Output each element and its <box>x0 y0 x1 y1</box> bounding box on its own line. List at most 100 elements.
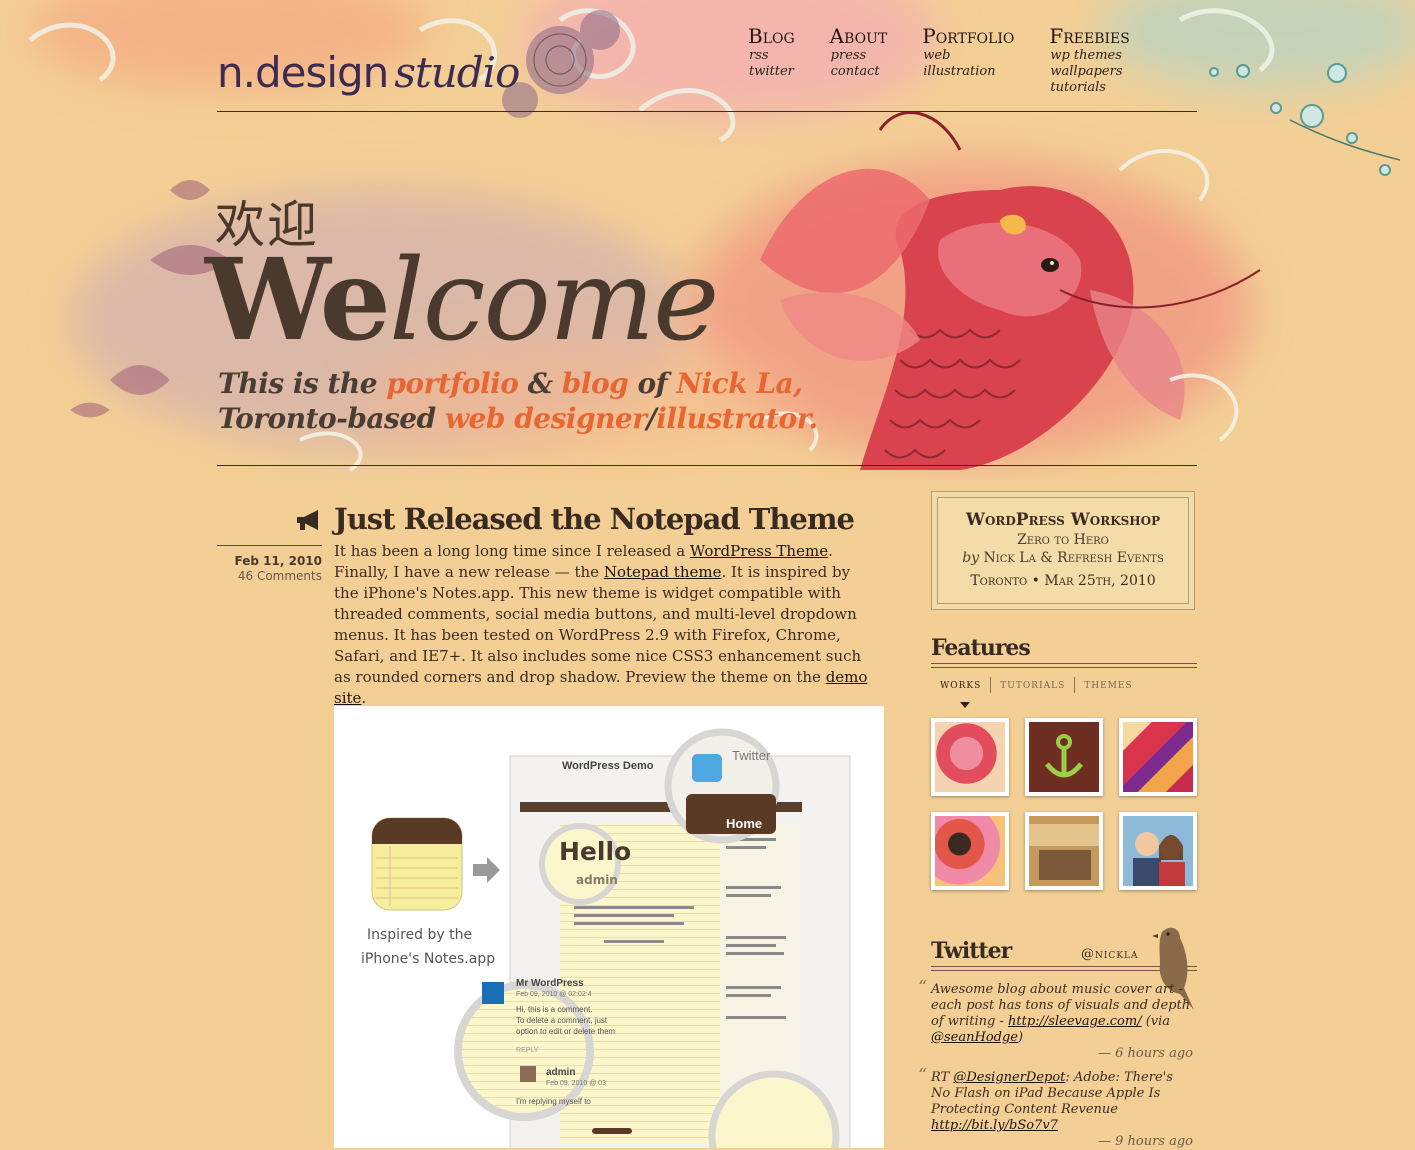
logo-text: n.design <box>217 48 389 97</box>
workshop-authors: Nick La & Refresh Events <box>983 550 1164 566</box>
post-comments-link[interactable]: 46 Comments <box>217 569 322 584</box>
post-meta: Feb 11, 2010 46 Comments <box>217 554 322 584</box>
link-notepad-theme[interactable]: Notepad theme <box>604 563 722 581</box>
workshop-subtitle: Zero to Hero <box>1017 532 1109 548</box>
tagline-text: of <box>628 367 677 400</box>
nav-blog: Blog rss twitter <box>748 24 795 96</box>
nav-link-tutorials[interactable]: tutorials <box>1050 80 1130 96</box>
welcome-part: l <box>388 236 425 366</box>
work-thumbnail[interactable] <box>1025 718 1103 796</box>
quote-mark: “ <box>918 977 928 998</box>
workshop-city: Toronto <box>970 573 1028 589</box>
comment-text-2: To delete a comment, just <box>516 1016 608 1025</box>
body-text: It has been a long long time since I rel… <box>334 542 690 560</box>
tagline-text: Toronto-based <box>218 402 445 435</box>
hero-divider <box>217 465 1197 466</box>
nav-freebies-link[interactable]: Freebies <box>1049 24 1130 48</box>
tagline-line-1: This is the portfolio & blog of Nick La, <box>218 367 803 400</box>
tagline-highlight: illustrator. <box>656 402 818 435</box>
features-divider <box>931 663 1197 668</box>
home-tab: Home <box>726 816 763 831</box>
tweet: “ RT @DesignerDepot: Adobe: There's No F… <box>918 1067 1193 1150</box>
tagline-text: / <box>646 402 657 435</box>
tab-works[interactable]: works <box>931 677 990 693</box>
nav-link-press[interactable]: press <box>831 48 888 64</box>
nav-portfolio-link[interactable]: Portfolio <box>922 24 1014 48</box>
post-title[interactable]: Just Released the Notepad Theme <box>334 502 855 536</box>
thumbnail-image <box>935 722 1005 792</box>
thumbnail-image <box>935 816 1005 886</box>
workshop-by: by Nick La & Refresh Events <box>938 550 1188 566</box>
nav-link-wp-themes[interactable]: wp themes <box>1050 48 1130 64</box>
nav-link-twitter[interactable]: twitter <box>749 64 795 80</box>
nav-link-illustration[interactable]: illustration <box>923 64 1014 80</box>
post-image[interactable]: WordPress Demo Inspired by the iPhone's … <box>334 706 884 1148</box>
twitter-handle[interactable]: @nickla <box>1081 947 1139 962</box>
thumbnail-image <box>1029 722 1099 792</box>
features-tabs: works tutorials themes <box>931 677 1142 693</box>
arrow-right-icon <box>473 857 500 883</box>
twitter-bird-icon <box>692 754 722 782</box>
tweet-link[interactable]: http://sleevage.com/ <box>1008 1014 1142 1029</box>
nav-blog-link[interactable]: Blog <box>748 24 795 48</box>
koi-fish <box>760 111 1261 471</box>
nav-link-wallpapers[interactable]: wallpapers <box>1050 64 1130 80</box>
tab-tutorials[interactable]: tutorials <box>990 677 1074 693</box>
work-thumbnail[interactable] <box>1119 718 1197 796</box>
people-illustration <box>1133 832 1185 886</box>
nav-about: About press contact <box>830 24 888 96</box>
tweet-text: (via <box>1141 1014 1171 1029</box>
comment-text-1: Hi, this is a comment. <box>516 1005 593 1014</box>
tagline-text: This is the <box>218 367 387 400</box>
work-thumbnail[interactable] <box>1025 812 1103 890</box>
anchor-icon <box>1045 734 1083 778</box>
nav-about-link[interactable]: About <box>830 24 888 48</box>
work-thumbnail[interactable] <box>1119 812 1197 890</box>
workshop-separator: • <box>1031 573 1040 589</box>
nav-link-web[interactable]: web <box>923 48 1014 64</box>
workshop-inner: WordPress Workshop Zero to Hero by Nick … <box>937 497 1189 604</box>
nav-portfolio: Portfolio web illustration <box>922 24 1014 96</box>
welcome-heading: Welcome <box>205 235 719 366</box>
tab-themes[interactable]: themes <box>1074 677 1141 693</box>
demo-title: WordPress Demo <box>562 760 654 772</box>
tweet-text: RT <box>931 1070 954 1085</box>
workshop-banner[interactable]: WordPress Workshop Zero to Hero by Nick … <box>931 491 1195 610</box>
nav-freebies: Freebies wp themes wallpapers tutorials <box>1049 24 1130 96</box>
twitter-label: Twitter <box>732 748 771 763</box>
work-thumbnail[interactable] <box>931 718 1009 796</box>
hello-text: Hello <box>559 837 632 866</box>
tweet-mention[interactable]: @seanHodge <box>931 1030 1018 1045</box>
site-logo[interactable]: n.design studio <box>217 48 520 97</box>
tweet-mention[interactable]: @DesignerDepot <box>953 1070 1065 1085</box>
work-thumbnail[interactable] <box>931 812 1009 890</box>
thumbnail-image <box>1123 816 1193 886</box>
thumbnail-image <box>1029 816 1099 886</box>
tagline-highlight: blog <box>561 367 629 400</box>
tagline-highlight: web designer <box>444 402 647 435</box>
comment-text-3: option to edit or delete them <box>516 1027 616 1036</box>
tagline-text: & <box>518 367 562 400</box>
nav-link-rss[interactable]: rss <box>749 48 795 64</box>
quote-mark: “ <box>918 1065 928 1086</box>
header-illustration: n.design studio Blog rss twitter About pr… <box>0 0 1415 480</box>
notes-app-icon <box>371 817 463 911</box>
post-body: It has been a long long time since I rel… <box>334 541 874 709</box>
nav-link-contact[interactable]: contact <box>831 64 888 80</box>
tweet: “ Awesome blog about music cover art - e… <box>918 979 1193 1062</box>
reply-author: admin <box>546 1067 576 1078</box>
body-text: . It is inspired by the iPhone's Notes.a… <box>334 563 862 686</box>
link-wordpress-theme[interactable]: WordPress Theme <box>690 542 828 560</box>
workshop-by-label: by <box>962 550 980 566</box>
active-tab-caret <box>960 702 970 708</box>
admin-text: admin <box>576 873 618 887</box>
tweet-link[interactable]: http://bit.ly/bSo7v7 <box>931 1118 1058 1133</box>
meta-divider <box>217 545 322 546</box>
tweet-time[interactable]: — 6 hours ago <box>931 1046 1193 1062</box>
twitter-heading: Twitter <box>931 938 1012 964</box>
tweet-text: ) <box>1018 1030 1024 1045</box>
workshop-date: Mar 25th, 2010 <box>1044 573 1156 589</box>
reply-text: I'm replying myself to <box>516 1097 591 1106</box>
thumbnail-image <box>1123 722 1193 792</box>
comment-date: Feb 09, 2010 @ 02:02:4 <box>516 991 592 998</box>
